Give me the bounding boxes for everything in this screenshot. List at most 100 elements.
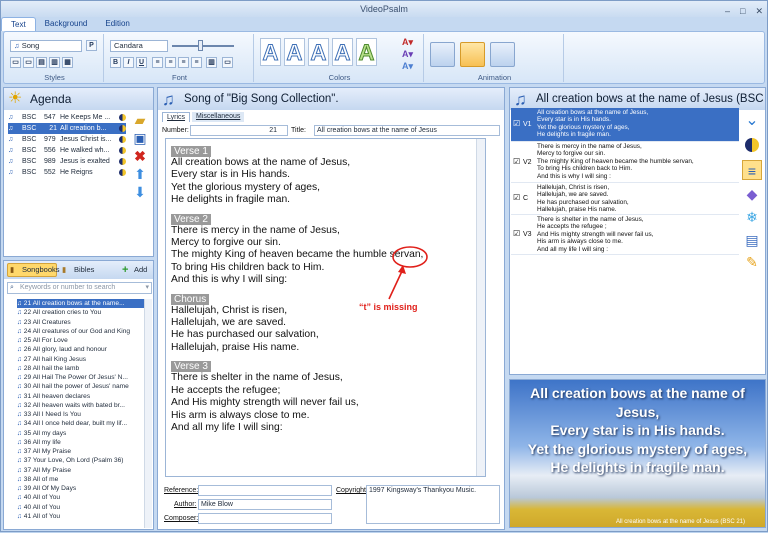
align-right-icon[interactable]: ≡ xyxy=(178,57,189,68)
lyric-line[interactable]: Mercy to forgive our sin. xyxy=(166,237,485,249)
moon-icon[interactable] xyxy=(742,136,762,156)
verse-checkbox[interactable]: ☑ xyxy=(513,157,520,165)
color-style-1[interactable]: A xyxy=(260,38,281,66)
number-field[interactable]: 21 xyxy=(190,125,288,136)
song-list-item[interactable]: ♫ 41 All of You xyxy=(17,512,147,521)
outline-color-icon[interactable]: A▾ xyxy=(402,61,413,72)
lyric-line[interactable]: Hallelujah, praise His name. xyxy=(166,342,485,354)
lyric-line[interactable]: All creation bows at the name of Jesus, xyxy=(166,157,485,169)
scrollbar[interactable] xyxy=(144,299,152,528)
lyric-line[interactable]: There is mercy in the name of Jesus, xyxy=(166,225,485,237)
agenda-item[interactable]: ♫ BSC 552 He Reigns xyxy=(8,167,126,178)
bold-button[interactable]: B xyxy=(110,57,121,68)
save-icon[interactable]: ▣ xyxy=(132,130,148,146)
author-field[interactable]: Mike Blow xyxy=(198,499,332,510)
justify-icon[interactable]: ≡ xyxy=(191,57,202,68)
style-e-icon[interactable]: ▦ xyxy=(62,57,73,68)
lyric-line[interactable]: And all my life I will sing: xyxy=(166,422,485,434)
lyric-line[interactable]: He has purchased our salvation, xyxy=(166,329,485,341)
chevron-down-icon[interactable]: ▾ xyxy=(145,283,149,293)
title-field[interactable]: All creation bows at the name of Jesus xyxy=(314,125,500,136)
text-lines-icon[interactable]: ≡ xyxy=(742,160,762,180)
verse-checkbox[interactable]: ☑ xyxy=(513,229,520,237)
pencil-icon[interactable]: ✎ xyxy=(742,252,762,272)
align-center-icon[interactable]: ≡ xyxy=(165,57,176,68)
lyric-line[interactable]: Every star is in His hands. xyxy=(166,169,485,181)
move-down-icon[interactable]: ⬇ xyxy=(132,184,148,200)
font-dropdown[interactable]: Candara xyxy=(110,40,168,52)
copyright-field[interactable]: 1997 Kingsway's Thankyou Music. xyxy=(366,485,500,524)
lyric-line[interactable]: To bring His children back to Him. xyxy=(166,262,485,274)
lyric-line[interactable]: His arm is always close to me. xyxy=(166,410,485,422)
presentation-icon[interactable]: ▤ xyxy=(742,230,762,250)
underline-button[interactable]: U xyxy=(136,57,147,68)
style-a-icon[interactable]: ▭ xyxy=(10,57,21,68)
song-list-item[interactable]: ♫ 38 All of me xyxy=(17,475,147,484)
color-style-2[interactable]: A xyxy=(284,38,305,66)
font-color-icon[interactable]: A▾ xyxy=(402,37,413,48)
lyrics-editor[interactable]: Verse 1 All creation bows at the name of … xyxy=(165,138,486,477)
chevron-down-icon[interactable]: ⌄ xyxy=(742,111,762,131)
lyric-line[interactable]: There is shelter in the name of Jesus, xyxy=(166,372,485,384)
song-list-item[interactable]: ♫ 40 All of You xyxy=(17,503,147,512)
song-list-item[interactable]: ♫ 23 All Creatures xyxy=(17,318,147,327)
agenda-item[interactable]: ♫ BSC 547 He Keeps Me ... xyxy=(8,112,126,123)
lyric-line[interactable]: He accepts the refugee; xyxy=(166,385,485,397)
animation-slide-right-icon[interactable] xyxy=(430,42,455,67)
lyric-line[interactable]: The mighty King of heaven became the hum… xyxy=(166,249,485,261)
color-style-4[interactable]: A xyxy=(332,38,353,66)
verse-checkbox[interactable]: ☑ xyxy=(513,193,520,201)
song-list-item[interactable]: ♫ 22 All creation cries to You xyxy=(17,308,147,317)
song-list-item[interactable]: ♫ 32 All heaven waits with bated br... xyxy=(17,401,147,410)
style-dropdown[interactable]: ♫ Song xyxy=(10,40,82,52)
move-up-icon[interactable]: ⬆ xyxy=(132,166,148,182)
song-list-item[interactable]: ♫ 30 All hail the power of Jesus' name xyxy=(17,382,147,391)
search-field[interactable]: ⌕ Keywords or number to search ▾ xyxy=(7,282,152,294)
song-list-item[interactable]: ♫ 37 All My Praise xyxy=(17,447,147,456)
align-left-icon[interactable]: ≡ xyxy=(152,57,163,68)
lyric-line[interactable]: Yet the glorious mystery of ages, xyxy=(166,182,485,194)
song-list-item[interactable]: ♫ 35 All my days xyxy=(17,429,147,438)
song-list-item[interactable]: ♫ 26 All glory, laud and honour xyxy=(17,345,147,354)
color-style-5[interactable]: A xyxy=(356,38,377,66)
verse-row[interactable]: ☑ V1 All creation bows at the name of Jesu… xyxy=(511,108,739,142)
tab-edition[interactable]: Edition xyxy=(96,17,138,31)
snowflake-icon[interactable]: ❄ xyxy=(742,207,762,227)
eraser-icon[interactable]: ◆ xyxy=(742,184,762,204)
lyric-line[interactable]: And His mighty strength will never fail … xyxy=(166,397,485,409)
song-list-item[interactable]: ♫ 37 All My Praise xyxy=(17,466,147,475)
lyric-line[interactable]: Hallelujah, Christ is risen, xyxy=(166,305,485,317)
italic-button[interactable]: I xyxy=(123,57,134,68)
verse-checkbox[interactable]: ☑ xyxy=(513,119,520,127)
song-list-item[interactable]: ♫ 39 All Of My Days xyxy=(17,484,147,493)
columns-icon[interactable]: ▥ xyxy=(206,57,217,68)
tab-songbooks[interactable]: ▮ Songbooks xyxy=(7,263,60,277)
tab-background[interactable]: Background xyxy=(36,17,97,31)
agenda-item[interactable]: ♫ BSC 979 Jesus Christ is... xyxy=(8,134,126,145)
lyric-line[interactable]: Hallelujah, we are saved. xyxy=(166,317,485,329)
tab-text[interactable]: Text xyxy=(1,17,36,31)
font-size-slider[interactable] xyxy=(172,45,234,47)
song-list-item[interactable]: ♫ 34 All I once held dear, built my lif.… xyxy=(17,419,147,428)
delete-icon[interactable]: ✖ xyxy=(132,148,148,164)
text-box-icon[interactable]: ▭ xyxy=(222,57,233,68)
agenda-item[interactable]: ♫ BSC 21 All creation b... xyxy=(8,123,126,134)
song-list-item[interactable]: ♫ 25 All For Love xyxy=(17,336,147,345)
song-list-item[interactable]: ♫ 33 All I Need Is You xyxy=(17,410,147,419)
composer-field[interactable] xyxy=(198,513,332,524)
tab-lyrics[interactable]: Lyrics xyxy=(162,112,191,122)
verse-row[interactable]: ☑ V2 There is mercy in the name of Jesus, M… xyxy=(511,142,739,183)
verse-row[interactable]: ☑ C Hallelujah, Christ is risen, Hallelujah… xyxy=(511,183,739,215)
highlight-color-icon[interactable]: A▾ xyxy=(402,49,413,60)
song-list-item[interactable]: ♫ 31 All heaven declares xyxy=(17,392,147,401)
editor-scrollbar[interactable] xyxy=(476,139,485,476)
open-folder-icon[interactable]: ▰ xyxy=(132,112,148,128)
agenda-item[interactable]: ♫ BSC 989 Jesus is exalted xyxy=(8,156,126,167)
animation-zoom-icon[interactable] xyxy=(490,42,515,67)
reference-field[interactable] xyxy=(198,485,332,496)
song-list-item[interactable]: ♫ 28 All hail the lamb xyxy=(17,364,147,373)
format-painter-icon[interactable]: P xyxy=(86,40,97,51)
song-list-item[interactable]: ♫ 40 All of You xyxy=(17,493,147,502)
lyric-line[interactable]: And this is why I will sing: xyxy=(166,274,485,286)
song-list-item[interactable]: ♫ 21 All creation bows at the name... xyxy=(17,299,147,309)
